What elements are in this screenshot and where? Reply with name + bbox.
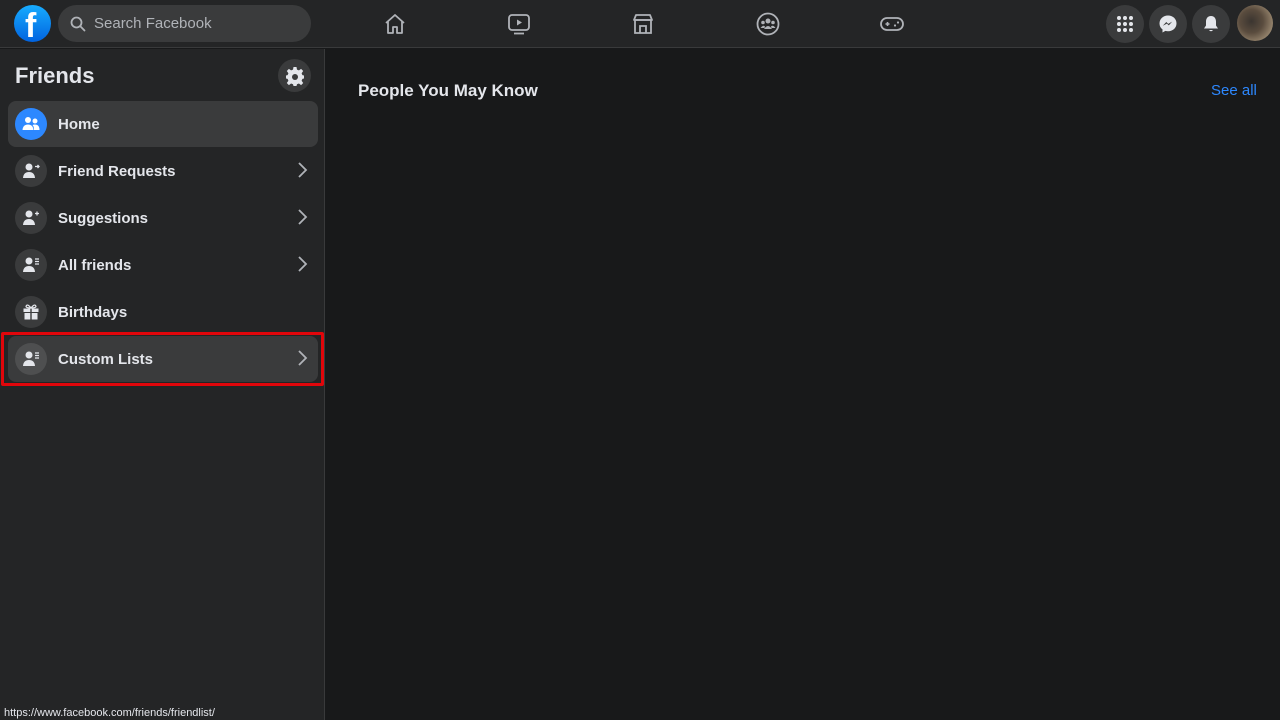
notifications-icon [1204,16,1218,32]
messenger-icon [1159,15,1177,33]
chevron-right-icon [298,209,308,225]
search-input[interactable] [94,15,294,32]
home-icon [385,14,405,34]
gear-icon [285,66,304,86]
nav-home[interactable] [379,8,411,40]
gaming-icon [880,17,904,31]
sidebar-item-friend-requests[interactable]: Friend Requests [8,148,318,194]
sidebar-item-suggestions[interactable]: Suggestions [8,195,318,241]
search-bar[interactable] [58,5,311,42]
menu-grid-icon [1117,16,1133,32]
add-friend-icon [15,202,47,234]
top-navigation-bar: f [0,0,1280,48]
sidebar-item-label: Birthdays [58,303,128,321]
sidebar-item-label: All friends [58,256,132,274]
annotation-highlight-box [1,332,324,386]
friends-sidebar: Friends Home Friend Requests Suggestions… [0,49,325,720]
friend-list-icon [15,249,47,281]
watch-icon [508,14,530,35]
gift-icon [15,296,47,328]
status-bar-url: https://www.facebook.com/friends/friendl… [0,706,219,720]
nav-gaming[interactable] [876,8,908,40]
search-icon [70,16,86,31]
sidebar-item-all-friends[interactable]: All friends [8,242,318,288]
section-title: People You May Know [358,81,538,100]
friend-request-icon [15,155,47,187]
see-all-link[interactable]: See all [1211,82,1257,99]
nav-watch[interactable] [503,8,535,40]
marketplace-icon [633,14,653,34]
chevron-right-icon [298,162,308,178]
settings-button[interactable] [278,59,311,92]
chevron-right-icon [298,256,308,272]
nav-groups[interactable] [752,8,784,40]
nav-marketplace[interactable] [627,8,659,40]
sidebar-item-label: Home [58,115,100,133]
friends-icon [15,108,47,140]
messenger-button[interactable] [1149,5,1187,43]
notifications-button[interactable] [1192,5,1230,43]
sidebar-item-label: Suggestions [58,209,149,227]
menu-button[interactable] [1106,5,1144,43]
sidebar-item-label: Friend Requests [58,162,176,180]
sidebar-item-birthdays[interactable]: Birthdays [8,289,318,335]
groups-icon [756,12,780,36]
sidebar-title: Friends [15,63,95,88]
facebook-logo[interactable]: f [14,5,51,42]
profile-avatar[interactable] [1237,5,1273,41]
facebook-logo-letter: f [25,7,37,42]
sidebar-item-home[interactable]: Home [8,101,318,147]
